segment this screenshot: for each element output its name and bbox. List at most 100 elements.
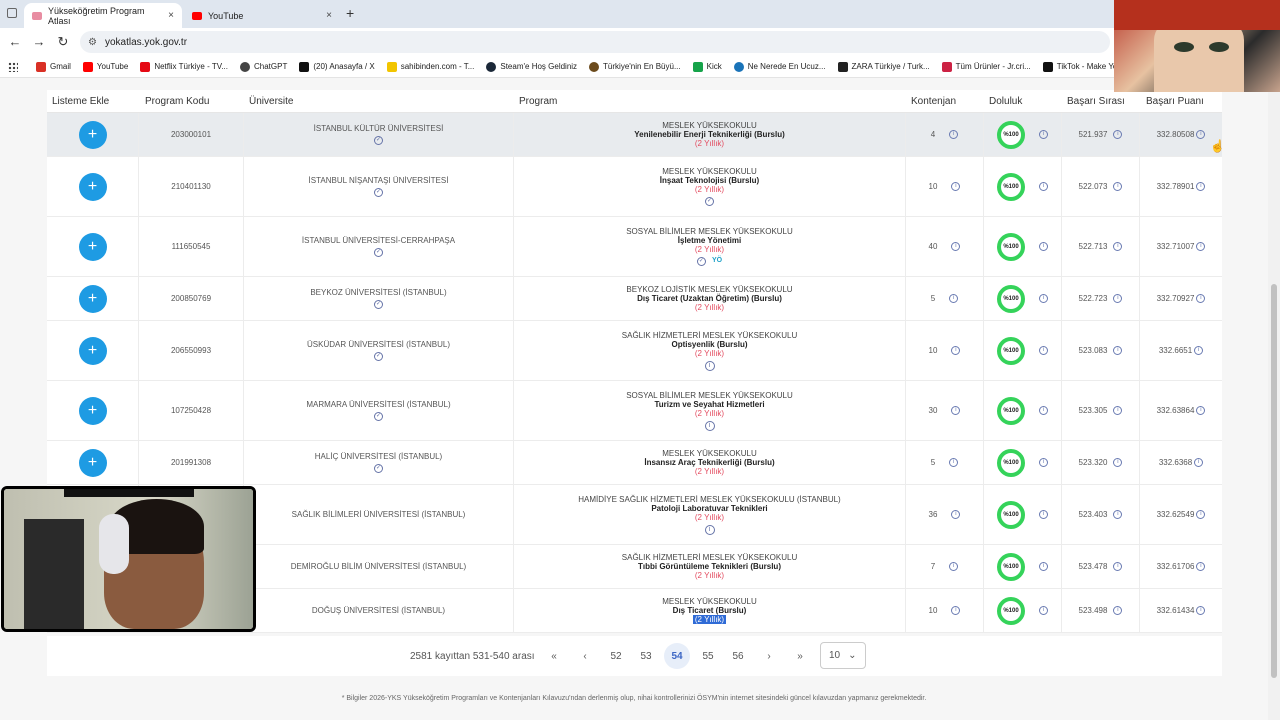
program-name[interactable]: Yenilenebilir Enerji Teknikerliği (Bursl…	[634, 130, 785, 139]
scroll-thumb[interactable]	[1271, 284, 1277, 678]
program-name[interactable]: Dış Ticaret (Uzaktan Öğretim) (Burslu)	[637, 294, 782, 303]
forward-arrow-icon[interactable]: →	[31, 34, 47, 49]
add-to-list-button[interactable]: +	[78, 232, 107, 261]
add-to-list-button[interactable]: +	[78, 120, 107, 149]
page-54[interactable]: 54	[664, 643, 690, 669]
table-row[interactable]: +206550993 ÜSKÜDAR ÜNİVERSİTESİ (İSTANBUL…	[47, 321, 1222, 381]
table-row[interactable]: +201991308 HALİÇ ÜNİVERSİTESİ (İSTANBUL) ✓…	[47, 441, 1222, 485]
program-name[interactable]: Optisyenlik (Burslu)	[671, 340, 747, 349]
info-icon[interactable]: i	[1113, 562, 1123, 571]
first-page-button[interactable]: «	[541, 643, 567, 669]
bookmark-kick[interactable]: Kick	[692, 61, 722, 72]
page-52[interactable]: 52	[603, 643, 629, 669]
bookmark-tiktok[interactable]: TikTok - Make You	[1042, 61, 1122, 72]
university-name[interactable]: BEYKOZ ÜNİVERSİTESİ (İSTANBUL)	[310, 288, 446, 297]
info-icon[interactable]: i	[1113, 406, 1123, 415]
tab-close-icon[interactable]: ×	[168, 10, 174, 21]
info-icon[interactable]: i	[1196, 510, 1206, 519]
table-row[interactable]: +203000101 İSTANBUL KÜLTÜR ÜNİVERSİTESİ ✓ M…	[47, 113, 1222, 157]
address-bar[interactable]: ⚙ yokatlas.yok.gov.tr	[80, 31, 1110, 53]
page-size-select[interactable]: 10 ⌄	[820, 642, 866, 669]
info-icon[interactable]: i	[1039, 458, 1048, 467]
info-icon[interactable]: i	[704, 360, 715, 371]
tab-yokatlas[interactable]: Yükseköğretim Program Atlası ×	[24, 3, 182, 28]
university-name[interactable]: SAĞLIK BİLİMLERİ ÜNİVERSİTESİ (İSTANBUL)	[292, 510, 466, 519]
info-icon[interactable]: i	[1194, 458, 1204, 467]
info-icon[interactable]: i	[951, 242, 961, 251]
info-icon[interactable]: i	[951, 606, 961, 615]
next-page-button[interactable]: ›	[756, 643, 782, 669]
header-sira[interactable]: Başarı Sırası	[1067, 96, 1125, 107]
info-icon[interactable]: i	[949, 458, 959, 467]
info-icon[interactable]: i	[951, 346, 961, 355]
header-kontenjan[interactable]: Kontenjan	[911, 96, 956, 107]
info-icon[interactable]: i	[1039, 294, 1048, 303]
prev-page-button[interactable]: ‹	[572, 643, 598, 669]
bookmark-x[interactable]: (20) Anasayfa / X	[299, 61, 375, 72]
bookmark-steam[interactable]: Steam'e Hoş Geldiniz	[486, 61, 577, 72]
info-icon[interactable]: i	[1196, 242, 1206, 251]
bookmark-turkiye[interactable]: Türkiye'nin En Büyü...	[589, 61, 681, 72]
info-icon[interactable]: i	[949, 562, 959, 571]
program-name[interactable]: Turizm ve Seyahat Hizmetleri	[654, 400, 764, 409]
add-to-list-button[interactable]: +	[78, 284, 107, 313]
info-icon[interactable]: i	[1113, 606, 1123, 615]
program-name[interactable]: Tıbbi Görüntüleme Teknikleri (Burslu)	[638, 562, 781, 571]
table-row[interactable]: +107250428 MARMARA ÜNİVERSİTESİ (İSTANBUL…	[47, 381, 1222, 441]
info-icon[interactable]: i	[1194, 346, 1204, 355]
university-name[interactable]: HALİÇ ÜNİVERSİTESİ (İSTANBUL)	[315, 452, 442, 461]
info-icon[interactable]: i	[1196, 130, 1206, 139]
tab-search-icon[interactable]	[7, 8, 17, 18]
header-add[interactable]: Listeme Ekle	[52, 96, 109, 107]
info-icon[interactable]: i	[1039, 510, 1048, 519]
info-icon[interactable]: i	[951, 182, 961, 191]
info-icon[interactable]: i	[1039, 346, 1048, 355]
add-to-list-button[interactable]: +	[78, 396, 107, 425]
info-icon[interactable]: i	[949, 294, 959, 303]
program-name[interactable]: İnşaat Teknolojisi (Burslu)	[660, 176, 759, 185]
university-name[interactable]: İSTANBUL ÜNİVERSİTESİ-CERRAHPAŞA	[302, 236, 455, 245]
info-icon[interactable]: i	[951, 510, 961, 519]
info-icon[interactable]: i	[1039, 606, 1048, 615]
back-arrow-icon[interactable]: ←	[7, 34, 23, 49]
add-to-list-button[interactable]: +	[78, 448, 107, 477]
bookmark-nenerede[interactable]: Ne Nerede En Ucuz...	[733, 61, 826, 72]
table-row[interactable]: +210401130 İSTANBUL NİŞANTAŞI ÜNİVERSİTES…	[47, 157, 1222, 217]
info-icon[interactable]: i	[1113, 130, 1123, 139]
page-53[interactable]: 53	[633, 643, 659, 669]
header-puan[interactable]: Başarı Puanı	[1146, 96, 1204, 107]
info-icon[interactable]: i	[1196, 182, 1206, 191]
info-icon[interactable]: i	[1039, 242, 1048, 251]
bookmark-youtube[interactable]: YouTube	[82, 61, 128, 72]
program-name[interactable]: İnsansız Araç Teknikerliği (Burslu)	[644, 458, 774, 467]
last-page-button[interactable]: »	[787, 643, 813, 669]
bookmark-jrcri[interactable]: Tüm Ürünler - Jr.cri...	[941, 61, 1031, 72]
info-icon[interactable]: i	[1113, 294, 1123, 303]
info-icon[interactable]: i	[1039, 130, 1048, 139]
table-row[interactable]: +200850769 BEYKOZ ÜNİVERSİTESİ (İSTANBUL)…	[47, 277, 1222, 321]
add-to-list-button[interactable]: +	[78, 172, 107, 201]
program-name[interactable]: Patoloji Laboratuvar Teknikleri	[651, 504, 767, 513]
page-55[interactable]: 55	[695, 643, 721, 669]
info-icon[interactable]: i	[1196, 562, 1206, 571]
header-program[interactable]: Program	[519, 96, 557, 107]
info-icon[interactable]: i	[1113, 510, 1123, 519]
reload-icon[interactable]: ↻	[55, 34, 71, 50]
info-icon[interactable]: i	[1039, 406, 1048, 415]
bookmark-netflix[interactable]: Netflix Türkiye - TV...	[140, 61, 228, 72]
header-university[interactable]: Üniversite	[249, 96, 293, 107]
bookmark-gmail[interactable]: Gmail	[36, 61, 71, 72]
info-icon[interactable]: i	[704, 420, 715, 431]
page-scrollbar[interactable]	[1268, 78, 1280, 720]
page-56[interactable]: 56	[725, 643, 751, 669]
info-icon[interactable]: i	[1113, 458, 1123, 467]
tab-close-icon[interactable]: ×	[326, 10, 332, 21]
university-name[interactable]: DOĞUŞ ÜNİVERSİTESİ (İSTANBUL)	[312, 606, 445, 615]
info-icon[interactable]: i	[1113, 182, 1123, 191]
tab-youtube[interactable]: YouTube ×	[184, 3, 340, 28]
university-name[interactable]: ÜSKÜDAR ÜNİVERSİTESİ (İSTANBUL)	[307, 340, 450, 349]
info-icon[interactable]: i	[949, 130, 959, 139]
info-icon[interactable]: i	[951, 406, 961, 415]
info-icon[interactable]: i	[1196, 406, 1206, 415]
university-name[interactable]: İSTANBUL NİŞANTAŞI ÜNİVERSİTESİ	[309, 176, 449, 185]
